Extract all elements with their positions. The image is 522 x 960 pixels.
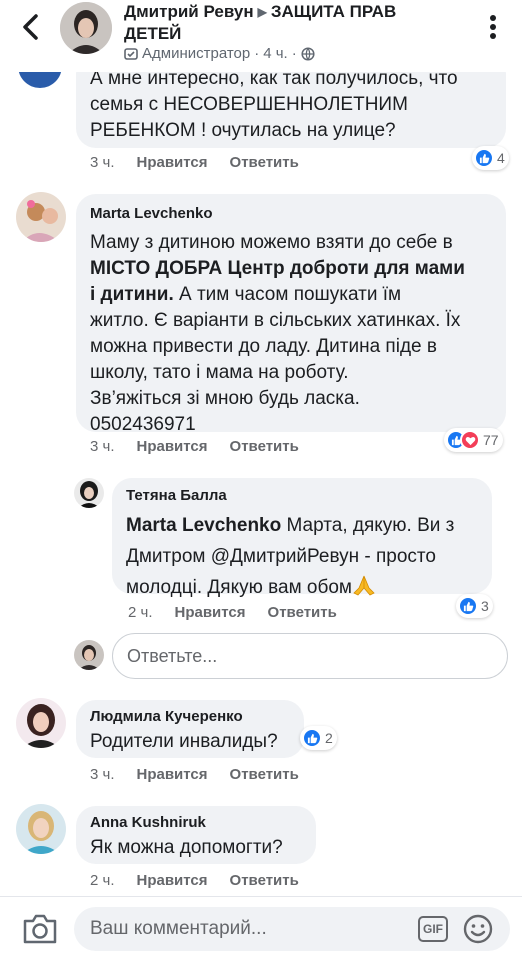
reaction-summary[interactable]: 2 bbox=[300, 726, 337, 750]
camera-icon[interactable] bbox=[22, 913, 58, 945]
reply-button[interactable]: Ответить bbox=[230, 154, 299, 171]
comment-time[interactable]: 3 ч. bbox=[90, 154, 115, 171]
reply-input-box[interactable] bbox=[112, 633, 508, 679]
comment-time[interactable]: 3 ч. bbox=[90, 766, 115, 783]
commenter-avatar[interactable] bbox=[16, 192, 66, 242]
comment-actions: 3 ч. Нравится Ответить bbox=[90, 154, 299, 171]
comment-text: Marta Levchenko Марта, дякую. Ви з Дмитр… bbox=[126, 515, 455, 598]
comment-composer-bar: GIF bbox=[0, 896, 522, 960]
like-button[interactable]: Нравится bbox=[137, 154, 208, 171]
separator-dot: · bbox=[291, 45, 297, 62]
comment-time[interactable]: 3 ч. bbox=[90, 438, 115, 455]
commenter-name[interactable]: Людмила Кучеренко bbox=[90, 707, 290, 727]
comment-time[interactable]: 2 ч. bbox=[128, 604, 153, 621]
commenter-name[interactable]: Marta Levchenko bbox=[90, 204, 492, 224]
reaction-count: 77 bbox=[483, 432, 499, 448]
comment-actions: 3 ч. Нравится Ответить bbox=[90, 438, 299, 455]
commenter-name[interactable]: Тетяна Балла bbox=[126, 486, 478, 506]
back-arrow-icon[interactable] bbox=[14, 10, 48, 44]
like-button[interactable]: Нравится bbox=[175, 604, 246, 621]
comment-actions: 2 ч. Нравится Ответить bbox=[90, 872, 299, 889]
like-button[interactable]: Нравится bbox=[137, 872, 208, 889]
comment-bubble: Людмила Кучеренко Родители инвалиды? bbox=[76, 700, 304, 758]
more-options-icon[interactable] bbox=[476, 10, 510, 44]
reply-button[interactable]: Ответить bbox=[230, 438, 299, 455]
arrow-right-icon: ▶ bbox=[257, 5, 267, 19]
reaction-summary[interactable]: 77 bbox=[444, 428, 503, 452]
like-reaction-icon bbox=[474, 148, 494, 168]
comment-time[interactable]: 2 ч. bbox=[90, 872, 115, 889]
comment-text: Як можна допомогти? bbox=[90, 837, 283, 858]
reply-bubble: Тетяна Балла Marta Levchenko Марта, дяку… bbox=[112, 478, 492, 598]
commenter-name[interactable]: Anna Kushniruk bbox=[90, 813, 302, 833]
comment-text: А мне интересно, как так получилось, что… bbox=[90, 68, 458, 141]
post-title[interactable]: Дмитрий Ревун ▶ ЗАЩИТА ПРАВ ДЕТЕЙ bbox=[124, 1, 454, 44]
author-name[interactable]: Дмитрий Ревун bbox=[124, 2, 254, 21]
like-button[interactable]: Нравится bbox=[137, 766, 208, 783]
reaction-count: 3 bbox=[481, 598, 489, 614]
praying-hands-icon bbox=[352, 574, 376, 596]
commenter-avatar[interactable] bbox=[16, 698, 66, 748]
reply-button[interactable]: Ответить bbox=[230, 766, 299, 783]
reaction-summary[interactable]: 3 bbox=[456, 594, 493, 618]
reply-button[interactable]: Ответить bbox=[230, 872, 299, 889]
reaction-count: 4 bbox=[497, 150, 505, 166]
reply-input[interactable] bbox=[113, 634, 507, 678]
reaction-summary[interactable]: 4 bbox=[472, 146, 509, 170]
comment-text: Родители инвалиды? bbox=[90, 731, 278, 752]
comment-input[interactable] bbox=[74, 907, 394, 951]
post-time[interactable]: 4 ч. bbox=[263, 45, 288, 62]
author-role: Администратор bbox=[142, 45, 251, 62]
current-user-avatar bbox=[74, 640, 104, 670]
globe-icon bbox=[301, 46, 315, 61]
separator-dot: · bbox=[254, 45, 260, 62]
love-reaction-icon bbox=[460, 430, 480, 450]
comment-input-box[interactable]: GIF bbox=[74, 907, 510, 951]
post-meta: Администратор · 4 ч. · bbox=[124, 45, 315, 62]
reply-button[interactable]: Ответить bbox=[268, 604, 337, 621]
admin-badge-icon bbox=[124, 47, 138, 60]
emoji-icon[interactable] bbox=[462, 913, 494, 945]
author-avatar[interactable] bbox=[60, 2, 112, 54]
commenter-avatar[interactable] bbox=[74, 478, 104, 508]
gif-button[interactable]: GIF bbox=[418, 916, 448, 942]
comment-actions: 2 ч. Нравится Ответить bbox=[128, 604, 337, 621]
post-header: Дмитрий Ревун ▶ ЗАЩИТА ПРАВ ДЕТЕЙ Админист… bbox=[0, 0, 522, 72]
commenter-avatar[interactable] bbox=[16, 804, 66, 854]
comment-text: Маму з дитиною можемо взяти до себе в МІ… bbox=[90, 232, 465, 435]
comment-bubble: Marta Levchenko Маму з дитиною можемо вз… bbox=[76, 194, 506, 435]
comment-bubble: Anna Kushniruk Як можна допомогти? bbox=[76, 806, 316, 864]
like-button[interactable]: Нравится bbox=[137, 438, 208, 455]
like-reaction-icon bbox=[458, 596, 478, 616]
like-reaction-icon bbox=[302, 728, 322, 748]
comment-actions: 3 ч. Нравится Ответить bbox=[90, 766, 299, 783]
mention-link[interactable]: Marta Levchenko bbox=[126, 515, 281, 536]
reaction-count: 2 bbox=[325, 730, 333, 746]
